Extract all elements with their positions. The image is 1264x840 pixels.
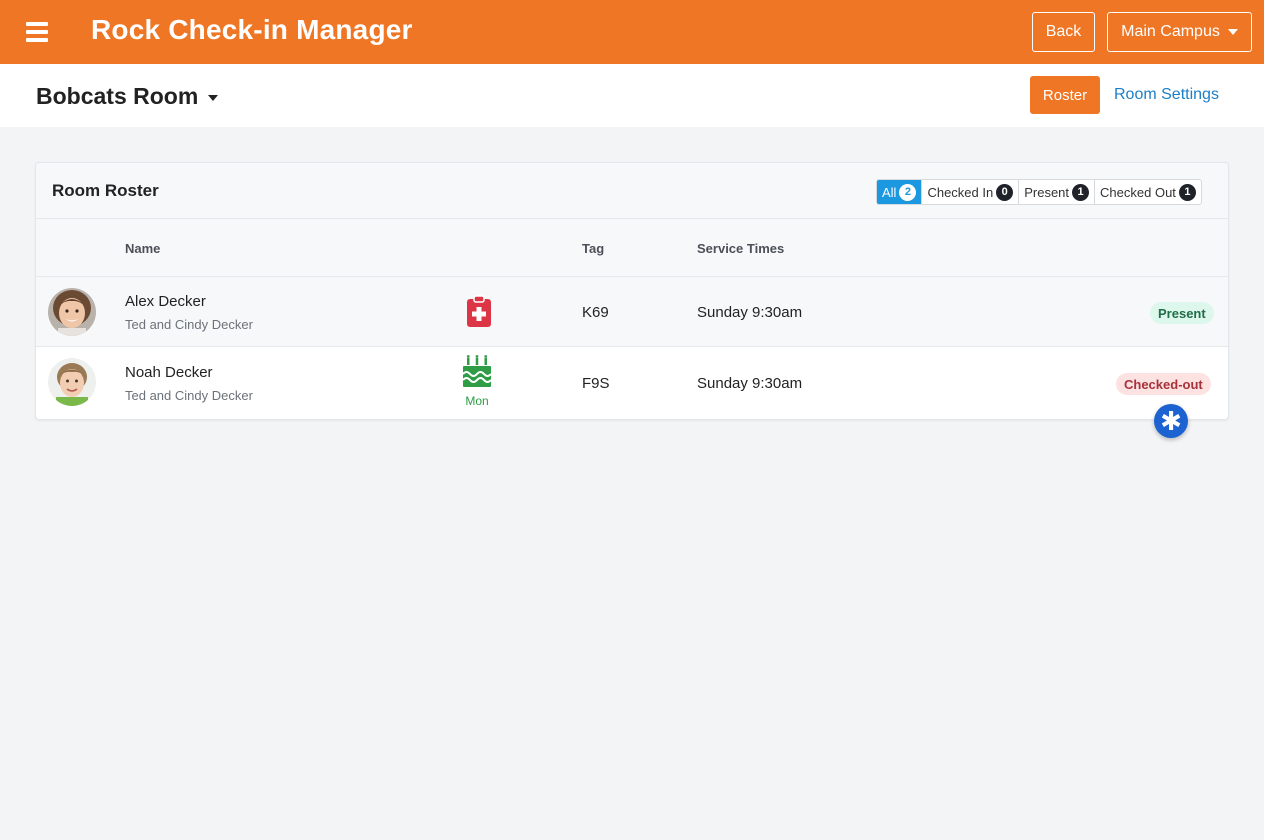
table-header: Name Tag Service Times (36, 219, 1228, 277)
filter-checked-in[interactable]: Checked In 0 (922, 180, 1020, 204)
count-badge: 2 (899, 183, 917, 201)
security-tag: K69 (582, 304, 609, 321)
chevron-down-icon (1227, 29, 1238, 35)
chevron-down-icon (208, 94, 219, 101)
birthday-indicator: Mon (460, 355, 494, 408)
table-row[interactable]: Noah Decker Ted and Cindy Decker Mon F9S… (36, 347, 1228, 417)
count-badge: 1 (1178, 183, 1196, 201)
room-settings-link[interactable]: Room Settings (1114, 86, 1219, 104)
status-badge-present: Present (1150, 302, 1214, 324)
person-name[interactable]: Alex Decker (125, 293, 206, 310)
campus-dropdown[interactable]: Main Campus (1107, 12, 1252, 52)
roster-tab[interactable]: Roster (1030, 76, 1100, 114)
service-time: Sunday 9:30am (697, 375, 803, 392)
asterisk-action-icon[interactable]: ✱ (1154, 404, 1188, 438)
back-button[interactable]: Back (1032, 12, 1095, 52)
hamburger-menu-icon[interactable] (26, 22, 48, 42)
parents-names: Ted and Cindy Decker (125, 317, 253, 332)
avatar (48, 358, 96, 406)
avatar (48, 288, 96, 336)
table-row[interactable]: Alex Decker Ted and Cindy Decker K69 Sun… (36, 277, 1228, 347)
person-name[interactable]: Noah Decker (125, 364, 213, 381)
birthday-cake-icon (462, 355, 492, 387)
campus-label: Main Campus (1121, 23, 1220, 40)
count-badge: 1 (1072, 183, 1090, 201)
room-name: Bobcats Room (36, 83, 199, 109)
column-header-name[interactable]: Name (125, 241, 160, 256)
panel-header: Room Roster All 2 Checked In 0 Present 1… (36, 163, 1228, 219)
room-header: Bobcats Room Roster Room Settings (0, 64, 1264, 127)
filter-label: All (882, 184, 897, 200)
status-filter-group: All 2 Checked In 0 Present 1 Checked Out… (876, 179, 1202, 205)
column-header-service-times[interactable]: Service Times (697, 241, 784, 256)
room-roster-panel: Room Roster All 2 Checked In 0 Present 1… (35, 162, 1229, 420)
filter-present[interactable]: Present 1 (1019, 180, 1096, 204)
security-tag: F9S (582, 375, 610, 392)
filter-all[interactable]: All 2 (877, 180, 923, 204)
column-header-tag[interactable]: Tag (582, 241, 604, 256)
filter-label: Present (1024, 184, 1070, 200)
app-title: Rock Check-in Manager (91, 14, 413, 45)
medical-clipboard-icon (466, 295, 492, 327)
parents-names: Ted and Cindy Decker (125, 388, 253, 403)
birthday-day-label: Mon (465, 394, 489, 408)
status-badge-checked-out: Checked-out (1116, 373, 1211, 395)
panel-title: Room Roster (52, 181, 159, 200)
count-badge: 0 (996, 183, 1014, 201)
room-selector[interactable]: Bobcats Room (36, 83, 219, 110)
filter-label: Checked In (927, 184, 994, 200)
service-time: Sunday 9:30am (697, 304, 803, 321)
filter-checked-out[interactable]: Checked Out 1 (1095, 180, 1201, 204)
filter-label: Checked Out (1100, 184, 1176, 200)
app-header: Rock Check-in Manager Back Main Campus (0, 0, 1264, 64)
